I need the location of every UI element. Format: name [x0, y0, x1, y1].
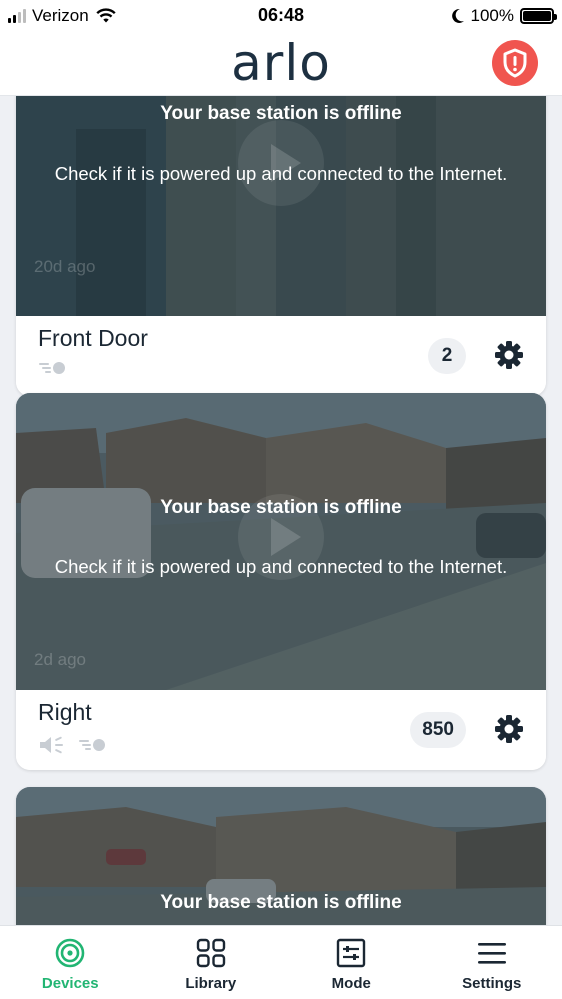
camera-thumbnail[interactable]: Your base station is offline Check if it…: [16, 393, 546, 690]
status-bar: Verizon 06:48 100%: [0, 0, 562, 32]
status-icons: [38, 361, 66, 375]
offline-title: Your base station is offline: [160, 497, 402, 518]
nav-label: Library: [185, 975, 237, 992]
app-header: arlo: [0, 32, 562, 96]
status-right: 100%: [451, 6, 557, 26]
nav-label: Devices: [41, 975, 99, 992]
shield-alert-icon: [503, 48, 527, 78]
device-info: Right 850: [16, 690, 546, 770]
device-card-third[interactable]: Your base station is offline: [16, 787, 546, 925]
device-feed[interactable]: Your base station is offline Check if it…: [0, 96, 562, 925]
device-card-right[interactable]: Your base station is offline Check if it…: [16, 393, 546, 770]
device-name: Right: [38, 699, 92, 725]
gear-icon[interactable]: [494, 340, 524, 370]
status-icons: [38, 735, 106, 755]
clip-count-badge[interactable]: 850: [410, 712, 466, 748]
device-card-front-door[interactable]: Your base station is offline Check if it…: [16, 96, 546, 396]
device-info: Front Door 2: [16, 316, 546, 396]
device-name: Front Door: [38, 325, 148, 351]
offline-title: Your base station is offline: [160, 103, 402, 124]
camera-thumbnail[interactable]: Your base station is offline Check if it…: [16, 96, 546, 316]
battery-icon: [520, 8, 557, 24]
nav-devices[interactable]: Devices: [0, 926, 141, 999]
devices-icon: [55, 938, 85, 968]
last-activity: 20d ago: [34, 257, 96, 276]
offline-message: Check if it is powered up and connected …: [54, 163, 508, 184]
gear-icon[interactable]: [494, 714, 524, 744]
library-grid-icon: [196, 938, 225, 968]
speaker-muted-icon: [40, 736, 63, 754]
offline-title: Your base station is offline: [160, 892, 402, 913]
nav-label: Settings: [462, 975, 522, 992]
camera-thumbnail[interactable]: Your base station is offline: [16, 787, 546, 925]
hamburger-menu-icon: [477, 943, 506, 964]
nav-mode[interactable]: Mode: [281, 926, 422, 999]
motion-icon: [39, 362, 65, 374]
alert-shield-button[interactable]: [492, 40, 538, 86]
offline-message: Check if it is powered up and connected …: [54, 556, 508, 577]
battery-percent: 100%: [470, 6, 514, 25]
clip-count-badge[interactable]: 2: [428, 338, 466, 374]
mode-sliders-icon: [337, 938, 366, 968]
nav-library[interactable]: Library: [141, 926, 282, 999]
moon-icon: [451, 8, 464, 23]
nav-settings[interactable]: Settings: [422, 926, 562, 999]
bottom-nav: Devices Library Mode Settings: [0, 925, 562, 999]
last-activity: 2d ago: [34, 650, 86, 669]
motion-icon: [79, 739, 105, 751]
nav-label: Mode: [331, 975, 371, 992]
arlo-logo: arlo: [231, 34, 331, 92]
